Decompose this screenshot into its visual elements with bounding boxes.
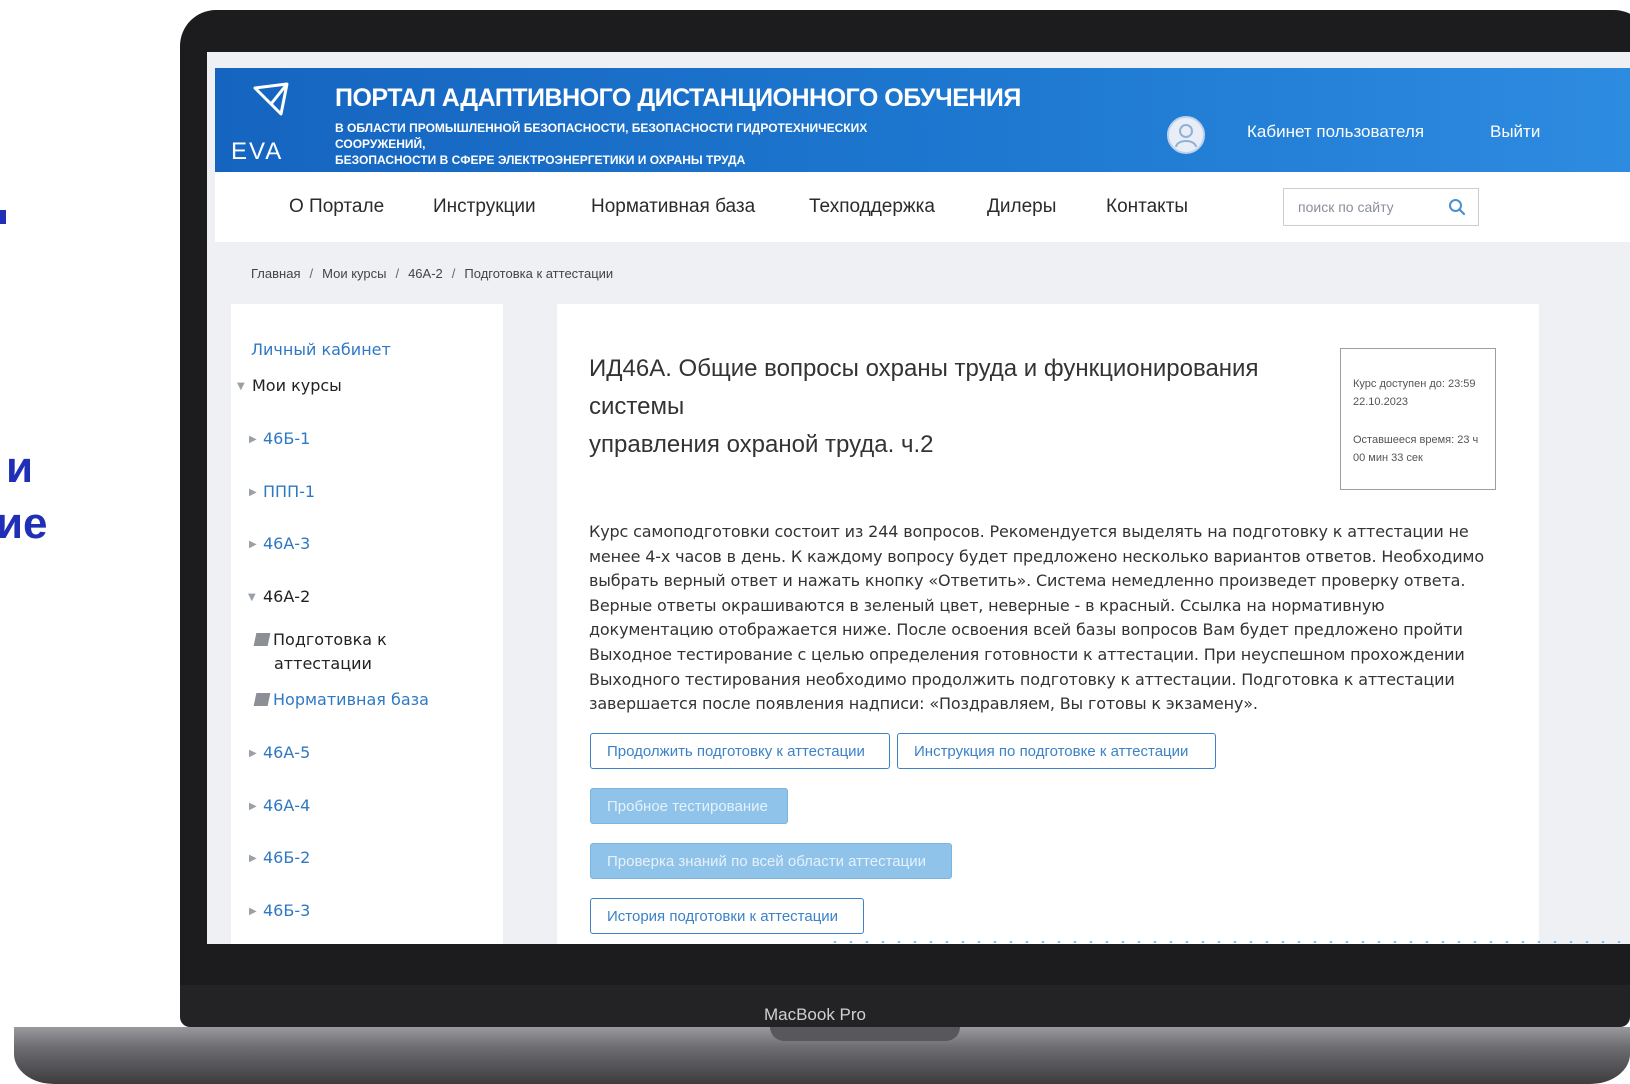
course-title-line2: управления охраной труда. ч.2 xyxy=(589,431,934,458)
laptop-notch xyxy=(770,1027,960,1041)
description-line: Верные ответы окрашиваются в зеленый цве… xyxy=(589,595,1385,615)
portal-subtitle-line2: БЕЗОПАСНОСТИ В СФЕРЕ ЭЛЕКТРОЭНЕРГЕТИКИ И… xyxy=(335,153,746,167)
preparation-history-button[interactable]: История подготовки к аттестации xyxy=(590,898,864,934)
sidebar-course-46b1[interactable]: 46Б-1 xyxy=(263,429,310,448)
laptop-screen: EVA ПОРТАЛ АДАПТИВНОГО ДИСТАНЦИОННОГО ОБ… xyxy=(207,52,1630,944)
user-cabinet-link[interactable]: Кабинет пользователя xyxy=(1247,122,1424,142)
sidebar-course-46b3[interactable]: 46Б-3 xyxy=(263,901,310,920)
course-available-line2: 22.10.2023 xyxy=(1353,396,1409,408)
search-icon[interactable] xyxy=(1448,198,1466,216)
course-timer-box: Курс доступен до: 23:59 22.10.2023 Остав… xyxy=(1340,348,1496,490)
sidebar-sub-regulations[interactable]: Нормативная база xyxy=(253,690,429,709)
sidebar-sub-preparation-line1: Подготовка к xyxy=(273,630,387,649)
description-line: менее 4-х часов в день. К каждому вопрос… xyxy=(589,546,1484,566)
breadcrumb-separator: / xyxy=(395,266,400,281)
user-avatar-icon[interactable] xyxy=(1167,116,1205,154)
description-line: документацию отображается ниже. После ос… xyxy=(589,620,1463,640)
site-search xyxy=(1283,188,1479,226)
description-line: Курс самоподготовки состоит из 244 вопро… xyxy=(589,522,1469,541)
caret-right-icon[interactable]: ▶ xyxy=(249,801,257,812)
nav-item-dealers[interactable]: Дилеры xyxy=(987,196,1056,218)
caret-right-icon[interactable]: ▶ xyxy=(249,434,257,445)
laptop-label: MacBook Pro xyxy=(763,1005,867,1024)
sidebar-course-46a5[interactable]: 46А-5 xyxy=(263,743,310,762)
caret-right-icon[interactable]: ▶ xyxy=(249,906,257,917)
description-line: Выходного тестирования необходимо продол… xyxy=(589,669,1455,689)
breadcrumb-course[interactable]: 46А-2 xyxy=(408,266,443,281)
left-headline: и ие xyxy=(0,440,48,552)
sidebar: Личный кабинет ▼ Мои курсы ▶ 46Б-1 ▶ ППП… xyxy=(231,304,503,944)
decorative-dots xyxy=(827,941,1630,943)
caret-down-icon[interactable]: ▼ xyxy=(237,381,245,392)
course-title: ИД46А. Общие вопросы охраны труда и функ… xyxy=(589,350,1329,464)
preparation-instruction-button[interactable]: Инструкция по подготовке к аттестации xyxy=(897,733,1216,769)
book-icon xyxy=(253,633,271,646)
knowledge-check-button[interactable]: Проверка знаний по всей области аттестац… xyxy=(590,843,952,879)
logout-link[interactable]: Выйти xyxy=(1490,122,1540,142)
description-line: Выходное тестирование с целью определени… xyxy=(589,644,1465,664)
nav-item-regulations[interactable]: Нормативная база xyxy=(591,196,755,218)
main-nav: О Портале Инструкции Нормативная база Те… xyxy=(215,172,1630,242)
portal-title: ПОРТАЛ АДАПТИВНОГО ДИСТАНЦИОННОГО ОБУЧЕН… xyxy=(335,84,1021,112)
logo-envelope-icon xyxy=(253,82,289,116)
description-line: выбрать верный ответ и нажать кнопку «От… xyxy=(589,571,1466,591)
breadcrumb-my-courses[interactable]: Мои курсы xyxy=(322,266,386,281)
breadcrumb-current: Подготовка к аттестации xyxy=(464,266,614,281)
course-remaining-line2: 00 мин 33 сек xyxy=(1353,452,1423,464)
nav-item-contacts[interactable]: Контакты xyxy=(1106,196,1188,218)
sidebar-course-46a3[interactable]: 46А-3 xyxy=(263,534,310,553)
portal-subtitle-line1: В ОБЛАСТИ ПРОМЫШЛЕННОЙ БЕЗОПАСНОСТИ, БЕЗ… xyxy=(335,121,868,151)
left-accent-mark xyxy=(0,210,6,224)
trial-test-button[interactable]: Пробное тестирование xyxy=(590,788,788,824)
caret-right-icon[interactable]: ▶ xyxy=(249,487,257,498)
sidebar-sub-preparation-line2[interactable]: аттестации xyxy=(274,654,372,673)
course-title-line1: ИД46А. Общие вопросы охраны труда и функ… xyxy=(589,355,1259,420)
caret-right-icon[interactable]: ▶ xyxy=(249,748,257,759)
breadcrumb-home[interactable]: Главная xyxy=(251,266,300,281)
caret-right-icon[interactable]: ▶ xyxy=(249,853,257,864)
course-remaining-line1: Оставшееся время: 23 ч xyxy=(1353,434,1479,446)
sidebar-course-ppp1[interactable]: ППП-1 xyxy=(263,482,315,501)
nav-item-about[interactable]: О Портале xyxy=(289,196,384,218)
sidebar-course-46a2[interactable]: 46А-2 xyxy=(263,587,310,606)
breadcrumb-separator: / xyxy=(451,266,456,281)
sidebar-sub-regulations-label: Нормативная база xyxy=(273,690,429,709)
course-available-until: Курс доступен до: 23:59 22.10.2023 xyxy=(1353,375,1493,411)
site-header: EVA ПОРТАЛ АДАПТИВНОГО ДИСТАНЦИОННОГО ОБ… xyxy=(215,68,1630,172)
course-description: Курс самоподготовки состоит из 244 вопро… xyxy=(589,520,1519,717)
breadcrumb: Главная / Мои курсы / 46А-2 / Подготовка к атт… xyxy=(251,266,613,281)
nav-item-support[interactable]: Техподдержка xyxy=(809,196,935,218)
left-headline-line2: ие xyxy=(0,499,48,548)
continue-preparation-button[interactable]: Продолжить подготовку к аттестации xyxy=(590,733,890,769)
caret-right-icon[interactable]: ▶ xyxy=(249,539,257,550)
sidebar-sub-preparation[interactable]: Подготовка к xyxy=(253,630,387,649)
caret-down-icon[interactable]: ▼ xyxy=(248,592,256,603)
sidebar-personal-cabinet[interactable]: Личный кабинет xyxy=(251,340,391,359)
sidebar-course-46b2[interactable]: 46Б-2 xyxy=(263,848,310,867)
breadcrumb-separator: / xyxy=(309,266,314,281)
sidebar-my-courses[interactable]: Мои курсы xyxy=(252,376,342,395)
book-icon xyxy=(253,693,271,706)
logo-text: EVA xyxy=(231,138,284,165)
course-remaining-time: Оставшееся время: 23 ч 00 мин 33 сек xyxy=(1353,431,1493,467)
portal-subtitle: В ОБЛАСТИ ПРОМЫШЛЕННОЙ БЕЗОПАСНОСТИ, БЕЗ… xyxy=(335,120,935,168)
search-input[interactable] xyxy=(1296,189,1440,225)
course-content: ИД46А. Общие вопросы охраны труда и функ… xyxy=(557,304,1539,944)
nav-item-instructions[interactable]: Инструкции xyxy=(433,196,536,218)
sidebar-course-46a4[interactable]: 46А-4 xyxy=(263,796,310,815)
left-headline-line1: и xyxy=(6,443,34,492)
course-available-line1: Курс доступен до: 23:59 xyxy=(1353,378,1476,390)
description-line: завершается после появления надписи: «По… xyxy=(589,694,1258,714)
